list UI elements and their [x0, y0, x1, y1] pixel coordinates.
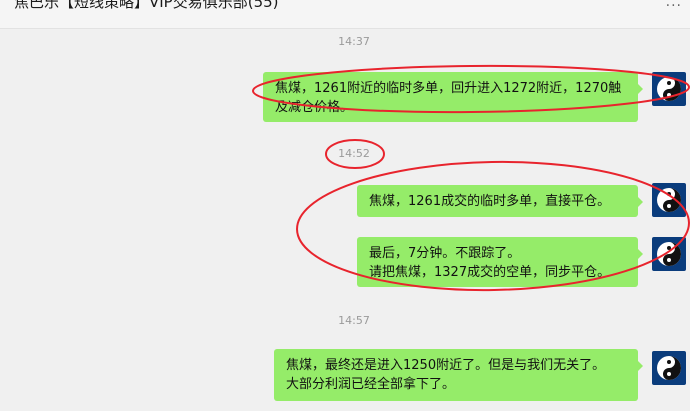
timestamp: 14:52	[338, 147, 370, 160]
message-bubble[interactable]: 焦煤，1261附近的临时多单，回升进入1272附近，1270触及减仓价格。	[263, 72, 643, 122]
chat-title: 焦巴乐【短线策略】VIP交易俱乐部(55)	[14, 0, 279, 11]
timestamp: 14:57	[338, 314, 370, 327]
avatar[interactable]	[652, 237, 686, 271]
avatar[interactable]	[652, 72, 686, 106]
chat-header: 焦巴乐【短线策略】VIP交易俱乐部(55) ···	[0, 0, 690, 29]
message-bubble[interactable]: 最后，7分钟。不跟踪了。 请把焦煤，1327成交的空单，同步平仓。	[357, 237, 643, 287]
timestamp: 14:37	[338, 35, 370, 48]
message-bubble[interactable]: 焦煤，最终还是进入1250附近了。但是与我们无关了。 大部分利润已经全部拿下了。	[274, 349, 643, 401]
yin-yang-icon	[657, 77, 681, 101]
yin-yang-icon	[657, 242, 681, 266]
yin-yang-icon	[657, 188, 681, 212]
avatar[interactable]	[652, 351, 686, 385]
yin-yang-icon	[657, 356, 681, 380]
message-bubble[interactable]: 焦煤，1261成交的临时多单，直接平仓。	[357, 185, 643, 217]
more-options-icon[interactable]: ···	[666, 0, 682, 14]
avatar[interactable]	[652, 183, 686, 217]
